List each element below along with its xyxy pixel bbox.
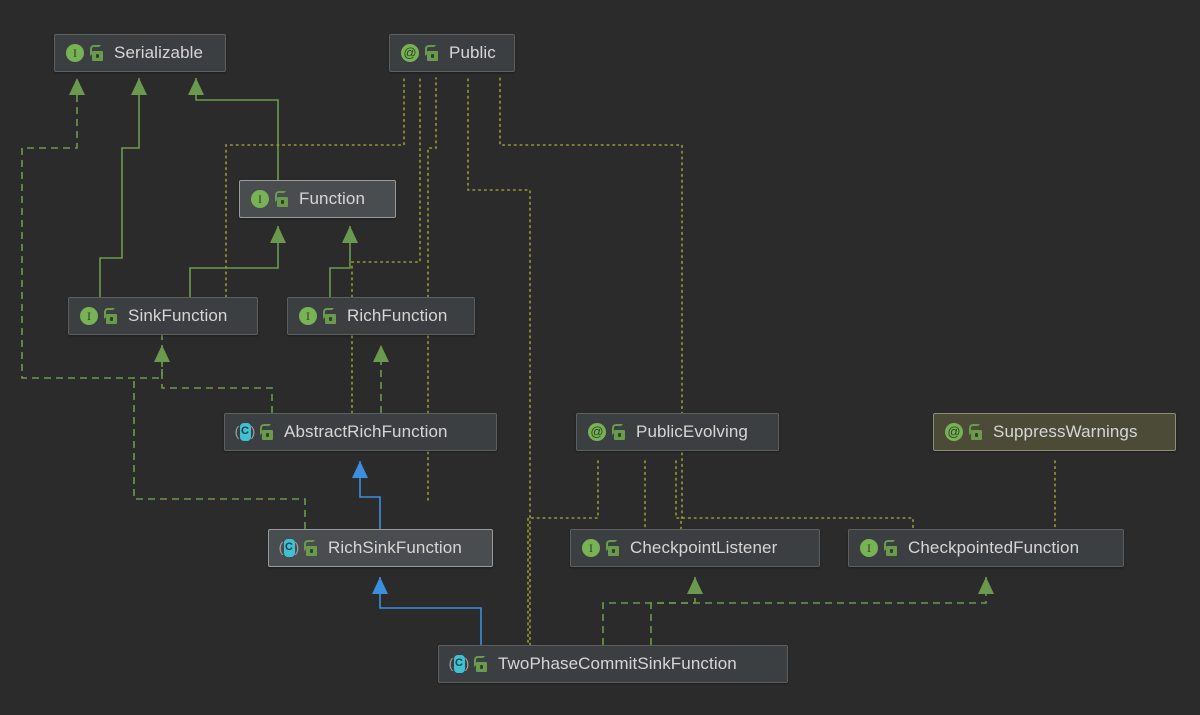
class-icon-paren-right: ) xyxy=(464,655,470,671)
class-node-label: Public xyxy=(449,43,496,62)
edge-implements[interactable] xyxy=(133,378,306,529)
lock-icon xyxy=(304,540,319,556)
edge-arrowhead xyxy=(270,226,286,243)
edge-extends[interactable] xyxy=(359,461,381,529)
lock-icon xyxy=(275,191,290,207)
class-node-label: PublicEvolving xyxy=(636,422,748,441)
edge-extends-interface[interactable] xyxy=(99,78,140,297)
lock-icon xyxy=(612,424,627,440)
lock-keyhole xyxy=(329,317,332,321)
edge-arrowhead xyxy=(372,577,388,594)
edge-arrowhead xyxy=(352,461,368,478)
class-icon-paren-right: ) xyxy=(294,539,300,555)
lock-keyhole xyxy=(612,549,615,553)
class-node-label: SuppressWarnings xyxy=(993,422,1138,441)
class-icon: () xyxy=(448,654,470,674)
interface-icon xyxy=(79,306,99,326)
edge-annotated-by[interactable] xyxy=(499,77,683,530)
class-icon-paren-left: ( xyxy=(278,539,284,555)
edge-arrowhead xyxy=(978,577,994,594)
interface-icon xyxy=(859,538,879,558)
edge-arrowhead xyxy=(342,226,358,243)
class-node-suppresswarnings[interactable]: SuppressWarnings xyxy=(933,413,1176,451)
class-icon-paren-right: ) xyxy=(250,423,256,439)
edge-extends-interface[interactable] xyxy=(189,226,279,297)
class-node-label: AbstractRichFunction xyxy=(284,422,448,441)
lock-keyhole xyxy=(266,433,269,437)
lock-keyhole xyxy=(110,317,113,321)
annotation-icon xyxy=(400,43,420,63)
edge-annotated-by[interactable] xyxy=(351,77,421,414)
edge-arrowhead xyxy=(131,78,147,95)
lock-icon xyxy=(323,308,338,324)
interface-icon xyxy=(581,538,601,558)
lock-keyhole xyxy=(310,549,313,553)
lock-icon xyxy=(260,424,275,440)
class-node-label: RichSinkFunction xyxy=(328,538,462,557)
class-node-public[interactable]: Public xyxy=(389,34,515,72)
edge-implements[interactable] xyxy=(161,345,273,413)
lock-icon xyxy=(425,45,440,61)
class-node-abstractrichfunction[interactable]: () AbstractRichFunction xyxy=(224,413,497,451)
lock-keyhole xyxy=(618,433,621,437)
annotation-icon xyxy=(944,422,964,442)
class-node-function[interactable]: Function xyxy=(239,180,396,218)
edge-annotated-by[interactable] xyxy=(675,460,914,530)
class-icon: () xyxy=(278,538,300,558)
lock-icon xyxy=(90,45,105,61)
lock-icon xyxy=(606,540,621,556)
edge-extends-interface[interactable] xyxy=(329,226,351,297)
interface-icon xyxy=(298,306,318,326)
edge-arrowhead xyxy=(69,78,85,95)
lock-icon xyxy=(104,308,119,324)
class-icon: () xyxy=(234,422,256,442)
class-node-label: Serializable xyxy=(114,43,204,62)
class-node-label: RichFunction xyxy=(347,306,448,325)
lock-keyhole xyxy=(96,54,99,58)
edge-arrowhead xyxy=(154,345,170,362)
lock-icon xyxy=(474,656,489,672)
class-node-twophasecommitsinkfunction[interactable]: () TwoPhaseCommitSinkFunction xyxy=(438,645,788,683)
lock-keyhole xyxy=(975,433,978,437)
class-icon-paren-left: ( xyxy=(448,655,454,671)
edge-layer xyxy=(21,77,1056,646)
class-node-label: SinkFunction xyxy=(128,306,228,325)
interface-icon xyxy=(250,189,270,209)
edge-implements[interactable] xyxy=(602,577,696,645)
class-node-label: TwoPhaseCommitSinkFunction xyxy=(498,654,737,673)
class-node-publicevolving[interactable]: PublicEvolving xyxy=(576,413,779,451)
class-node-richsinkfunction[interactable]: () RichSinkFunction xyxy=(268,529,493,567)
lock-icon xyxy=(969,424,984,440)
class-node-label: CheckpointedFunction xyxy=(908,538,1080,557)
class-node-label: Function xyxy=(299,189,366,208)
edge-arrowhead xyxy=(687,577,703,594)
lock-keyhole xyxy=(431,54,434,58)
class-node-checkpointedfunction[interactable]: CheckpointedFunction xyxy=(848,529,1124,567)
edge-extends-interface[interactable] xyxy=(195,78,279,180)
edge-implements[interactable] xyxy=(650,577,987,645)
lock-keyhole xyxy=(281,200,284,204)
lock-icon xyxy=(884,540,899,556)
class-node-serializable[interactable]: Serializable xyxy=(54,34,226,72)
class-node-sinkfunction[interactable]: SinkFunction xyxy=(68,297,258,335)
edge-extends[interactable] xyxy=(379,577,482,645)
interface-icon xyxy=(65,43,85,63)
annotation-icon xyxy=(587,422,607,442)
class-node-richfunction[interactable]: RichFunction xyxy=(287,297,475,335)
edge-arrowhead xyxy=(373,345,389,362)
class-diagram-canvas[interactable]: Serializable Public Function SinkFunction Ri… xyxy=(0,0,1200,715)
class-node-label: CheckpointListener xyxy=(630,538,778,557)
class-node-checkpointlistener[interactable]: CheckpointListener xyxy=(570,529,820,567)
class-icon-paren-left: ( xyxy=(234,423,240,439)
lock-keyhole xyxy=(480,665,483,669)
lock-keyhole xyxy=(890,549,893,553)
edge-arrowhead xyxy=(188,78,204,95)
